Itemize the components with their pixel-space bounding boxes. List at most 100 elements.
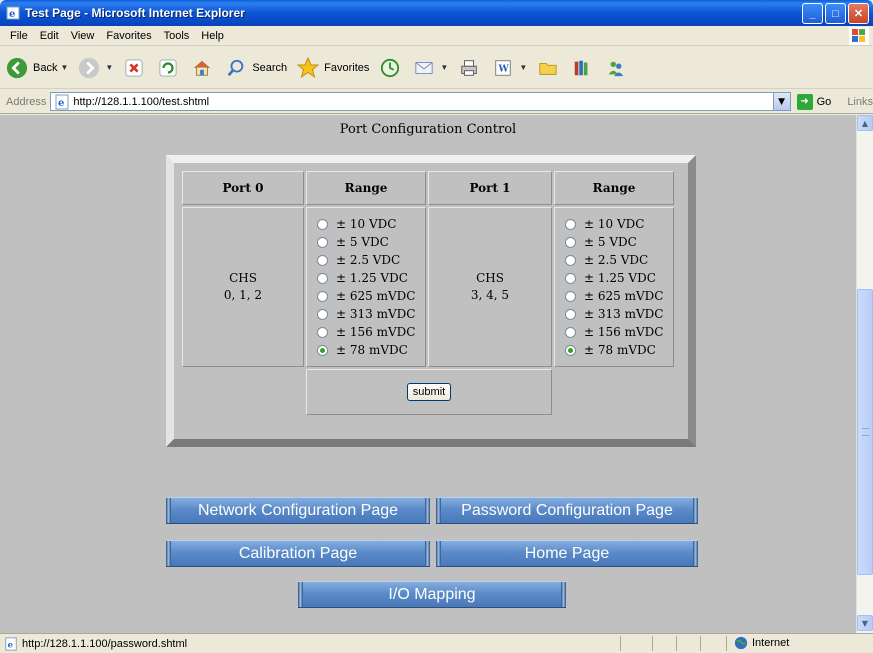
search-label: Search: [252, 61, 288, 74]
range-option[interactable]: ± 78 mVDC: [317, 341, 425, 359]
range-label: ± 5 VDC: [336, 235, 389, 249]
radio-button[interactable]: [565, 218, 576, 230]
back-button[interactable]: Back ▼: [4, 55, 68, 81]
range-option[interactable]: ± 313 mVDC: [317, 305, 425, 323]
svg-text:e: e: [58, 98, 64, 109]
menu-tools[interactable]: Tools: [164, 30, 190, 42]
menu-file[interactable]: File: [10, 30, 28, 42]
radio-button[interactable]: [317, 290, 328, 302]
discuss-button[interactable]: [535, 55, 561, 81]
network-config-button[interactable]: Network Configuration Page: [166, 497, 430, 524]
messenger-button[interactable]: [603, 55, 629, 81]
home-page-label: Home Page: [524, 544, 610, 562]
close-button[interactable]: ✕: [848, 3, 869, 24]
title-bar: e Test Page - Microsoft Internet Explore…: [0, 0, 873, 26]
password-config-button[interactable]: Password Configuration Page: [436, 497, 698, 524]
radio-button[interactable]: [317, 326, 328, 338]
messenger-icon: [603, 55, 629, 81]
star-icon: [295, 55, 321, 81]
menu-view[interactable]: View: [71, 30, 95, 42]
status-divider: [700, 636, 701, 651]
range-label: ± 2.5 VDC: [336, 253, 401, 267]
header-port-1: Port 1: [428, 171, 552, 205]
menu-help[interactable]: Help: [201, 30, 224, 42]
radio-button[interactable]: [317, 308, 328, 320]
minimize-button[interactable]: _: [802, 3, 823, 24]
scroll-thumb[interactable]: [857, 289, 873, 575]
menu-edit[interactable]: Edit: [40, 30, 59, 42]
favorites-button[interactable]: Favorites: [295, 55, 369, 81]
status-bar: e http://128.1.1.100/password.shtml Inte…: [0, 633, 873, 653]
scroll-down-button[interactable]: ▼: [857, 615, 873, 631]
scroll-up-button[interactable]: ▲: [857, 115, 873, 131]
port-config-table: Port 0 Range Port 1 Range CHS 0, 1, 2 ± …: [180, 169, 676, 417]
range-option[interactable]: ± 156 mVDC: [317, 323, 425, 341]
range-option[interactable]: ± 5 VDC: [565, 233, 673, 251]
calibration-button[interactable]: Calibration Page: [166, 540, 430, 567]
maximize-button[interactable]: □: [825, 3, 846, 24]
button-cap: [436, 498, 441, 523]
menu-bar: File Edit View Favorites Tools Help: [0, 26, 873, 46]
chevron-down-icon[interactable]: ▼: [440, 63, 448, 72]
range-option[interactable]: ± 156 mVDC: [565, 323, 673, 341]
range-option[interactable]: ± 1.25 VDC: [317, 269, 425, 287]
globe-icon: [734, 636, 748, 650]
radio-button[interactable]: [565, 326, 576, 338]
address-input[interactable]: e http://128.1.1.100/test.shtml ▼: [50, 92, 791, 111]
radio-button[interactable]: [565, 308, 576, 320]
io-mapping-label: I/O Mapping: [388, 585, 476, 603]
io-mapping-button[interactable]: I/O Mapping: [298, 581, 566, 608]
research-button[interactable]: [569, 55, 595, 81]
range-option[interactable]: ± 5 VDC: [317, 233, 425, 251]
radio-button[interactable]: [317, 254, 328, 266]
range-option[interactable]: ± 10 VDC: [317, 215, 425, 233]
links-button[interactable]: Links: [847, 96, 873, 108]
search-button[interactable]: Search: [223, 55, 287, 81]
vertical-scrollbar[interactable]: ▲ ▼: [856, 115, 873, 633]
radio-button[interactable]: [565, 254, 576, 266]
port-1-chs-values: 3, 4, 5: [470, 288, 510, 302]
range-option[interactable]: ± 625 mVDC: [317, 287, 425, 305]
home-page-button[interactable]: Home Page: [436, 540, 698, 567]
home-button[interactable]: [189, 55, 215, 81]
button-cap: [425, 541, 430, 566]
range-option[interactable]: ± 10 VDC: [565, 215, 673, 233]
edit-button[interactable]: W ▼: [490, 55, 527, 81]
address-bar: Address e http://128.1.1.100/test.shtml …: [0, 90, 873, 114]
radio-button[interactable]: [565, 236, 576, 248]
page-title: Port Configuration Control: [339, 122, 517, 137]
stop-button[interactable]: [121, 55, 147, 81]
menu-favorites[interactable]: Favorites: [106, 30, 151, 42]
security-zone[interactable]: Internet: [734, 636, 789, 650]
range-option[interactable]: ± 78 mVDC: [565, 341, 673, 359]
radio-button-selected[interactable]: [565, 344, 576, 356]
range-option[interactable]: ± 625 mVDC: [565, 287, 673, 305]
chevron-down-icon[interactable]: ▼: [519, 63, 527, 72]
mail-button[interactable]: ▼: [411, 55, 448, 81]
range-label: ± 10 VDC: [336, 217, 397, 231]
radio-button[interactable]: [565, 290, 576, 302]
history-button[interactable]: [377, 55, 403, 81]
range-option[interactable]: ± 313 mVDC: [565, 305, 673, 323]
print-button[interactable]: [456, 55, 482, 81]
chevron-down-icon[interactable]: ▼: [105, 63, 113, 72]
chevron-down-icon[interactable]: ▼: [60, 63, 68, 72]
port-0-range-group: ± 10 VDC ± 5 VDC ± 2.5 VDC ± 1.25 VDC ± …: [306, 207, 426, 367]
radio-button[interactable]: [317, 218, 328, 230]
button-cap: [166, 541, 171, 566]
radio-button[interactable]: [565, 272, 576, 284]
chevron-down-icon[interactable]: ▼: [772, 93, 790, 110]
submit-button[interactable]: submit: [406, 383, 452, 401]
radio-button[interactable]: [317, 272, 328, 284]
range-option[interactable]: ± 2.5 VDC: [317, 251, 425, 269]
range-option[interactable]: ± 2.5 VDC: [565, 251, 673, 269]
range-label: ± 156 mVDC: [336, 325, 416, 339]
range-option[interactable]: ± 1.25 VDC: [565, 269, 673, 287]
forward-button[interactable]: ▼: [76, 55, 113, 81]
back-label: Back: [33, 61, 58, 74]
radio-button[interactable]: [317, 236, 328, 248]
refresh-button[interactable]: [155, 55, 181, 81]
go-button[interactable]: ➜ Go: [796, 93, 831, 110]
refresh-icon: [155, 55, 181, 81]
radio-button-selected[interactable]: [317, 344, 328, 356]
